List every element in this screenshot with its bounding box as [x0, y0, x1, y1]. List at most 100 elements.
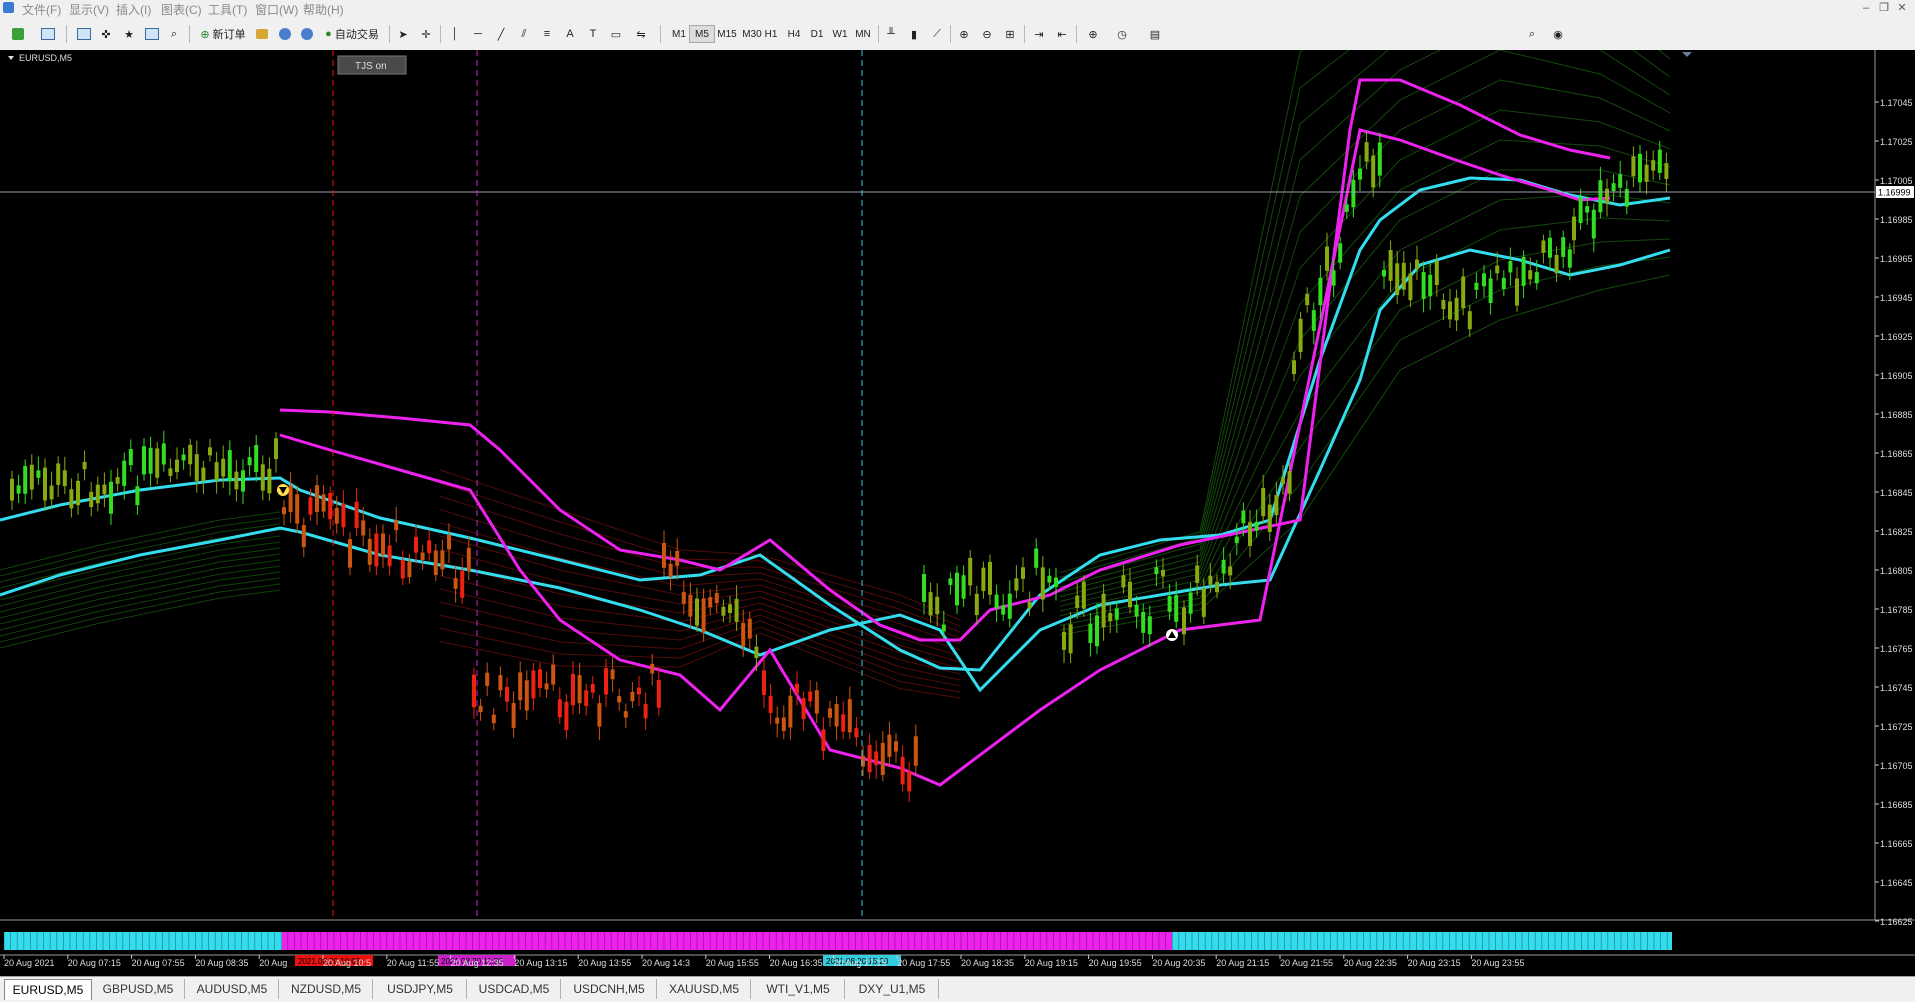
menu-tools[interactable]: 工具(T): [208, 1, 247, 18]
candle-body: [1001, 605, 1006, 615]
chart-window[interactable]: 1.17045 1.17025 1.17005 1.16985 1.16965 1.169…: [0, 0, 1915, 976]
vertical-line-icon[interactable]: │: [445, 25, 465, 43]
tab-usdjpy[interactable]: USDJPY,M5: [374, 979, 467, 999]
candle-body: [1007, 593, 1012, 619]
menu-insert[interactable]: 插入(I): [116, 1, 151, 18]
search-icon[interactable]: ⌕: [1522, 25, 1542, 43]
close-icon[interactable]: ✕: [1893, 1, 1911, 14]
horizontal-line-icon[interactable]: ─: [468, 25, 488, 43]
candle-body: [274, 438, 278, 460]
candle-body: [381, 533, 385, 556]
tab-nzdusd[interactable]: NZDUSD,M5: [280, 979, 373, 999]
candle-body: [1578, 197, 1583, 224]
candle-body: [1208, 575, 1213, 585]
candle-body: [1318, 277, 1323, 306]
chart-shift-icon[interactable]: ⇤: [1052, 25, 1072, 43]
strategy-tester-icon[interactable]: ⌕: [164, 25, 184, 43]
cursor-icon[interactable]: ➤: [393, 25, 413, 43]
ribbon-red-line: [439, 601, 961, 681]
chat-icon[interactable]: ◉: [1548, 25, 1568, 43]
time-tick-label: 20 Aug: [259, 958, 287, 968]
trendline-icon[interactable]: ╱: [491, 25, 511, 43]
crosshair-icon[interactable]: ✛: [416, 25, 436, 43]
text-icon[interactable]: A: [560, 25, 580, 43]
favorites-icon[interactable]: ★: [119, 25, 139, 43]
restore-icon[interactable]: ❐: [1875, 1, 1893, 14]
price-chart[interactable]: 1.17045 1.17025 1.17005 1.16985 1.16965 1.169…: [0, 0, 1915, 976]
tab-wti[interactable]: WTI_V1,M5: [752, 979, 845, 999]
tab-eurusd[interactable]: EURUSD,M5: [4, 979, 92, 1000]
zoom-in-icon[interactable]: ⊕: [954, 25, 974, 43]
minimize-icon[interactable]: –: [1857, 2, 1875, 14]
periods-icon[interactable]: ◷: [1112, 25, 1132, 43]
tab-audusd[interactable]: AUDUSD,M5: [186, 979, 279, 999]
shapes-dropdown-icon[interactable]: ⇋: [631, 25, 651, 43]
profiles-icon[interactable]: [38, 25, 58, 43]
new-order-button[interactable]: ⊕ 新订单: [196, 25, 250, 43]
candle-body: [89, 491, 94, 507]
candle-body: [968, 557, 973, 586]
candle-body: [214, 462, 219, 481]
candle-body: [1605, 188, 1609, 204]
fibonacci-icon[interactable]: ≡: [537, 25, 557, 43]
candle-body: [1141, 611, 1146, 633]
candle-body: [747, 618, 752, 639]
menu-view[interactable]: 显示(V): [69, 1, 109, 18]
candle-body: [1228, 566, 1233, 576]
autotrading-button[interactable]: ● 自动交易: [319, 25, 385, 43]
time-tick-label: 20 Aug 14:3: [642, 958, 690, 968]
candle-body: [1434, 260, 1439, 286]
candle-body: [168, 468, 173, 476]
menu-help[interactable]: 帮助(H): [303, 1, 344, 18]
candle-chart-icon[interactable]: ▮: [904, 25, 924, 43]
autoscroll-icon[interactable]: ⇥: [1029, 25, 1049, 43]
market-icon[interactable]: [297, 25, 317, 43]
candle-body: [630, 691, 635, 702]
candle-body: [637, 687, 641, 695]
candle-body: [1027, 601, 1032, 609]
time-tick-label: 20 Aug 19:55: [1089, 958, 1142, 968]
menu-window[interactable]: 窗口(W): [255, 1, 298, 18]
tab-usdcad[interactable]: USDCAD,M5: [468, 979, 561, 999]
bar-chart-icon[interactable]: ╨: [881, 25, 901, 43]
candle-body: [518, 672, 523, 701]
ribbon-green-line: [1059, 109, 1671, 602]
candle-body: [531, 670, 536, 699]
candle-body: [1644, 164, 1649, 182]
tab-gbpusd[interactable]: GBPUSD,M5: [92, 979, 185, 999]
indicators-icon[interactable]: ⊕: [1083, 25, 1103, 43]
tab-usdcnh[interactable]: USDCNH,M5: [562, 979, 657, 999]
metaeditor-icon[interactable]: [252, 25, 272, 43]
templates-icon[interactable]: ▤: [1145, 25, 1165, 43]
candle-body: [768, 695, 773, 713]
terminal-icon[interactable]: [142, 25, 162, 43]
navigator-icon[interactable]: ✜: [96, 25, 116, 43]
candle-body: [1358, 168, 1362, 180]
channel-icon[interactable]: ⫽: [514, 25, 534, 43]
menu-file[interactable]: 文件(F): [22, 1, 61, 18]
new-chart-icon[interactable]: [8, 25, 28, 43]
tab-dxy[interactable]: DXY_U1,M5: [846, 979, 939, 999]
candle-body: [1585, 206, 1590, 213]
text-label-icon[interactable]: T: [583, 25, 603, 43]
candle-body: [834, 704, 839, 727]
candle-body: [1174, 595, 1179, 622]
tile-windows-icon[interactable]: ⊞: [1000, 25, 1020, 43]
tab-xauusd[interactable]: XAUUSD,M5: [658, 979, 751, 999]
candle-body: [1501, 277, 1506, 290]
candle-body: [1461, 276, 1466, 309]
signals-icon[interactable]: [275, 25, 295, 43]
line-chart-icon[interactable]: ⟋: [927, 25, 947, 43]
candle-body: [1408, 273, 1413, 301]
market-watch-icon[interactable]: [74, 25, 94, 43]
candle-body: [701, 598, 706, 633]
candle-body: [328, 492, 333, 520]
candle-body: [1221, 559, 1226, 574]
arrow-shapes-icon[interactable]: ▭: [606, 25, 626, 43]
candle-body: [1495, 265, 1500, 274]
candle-body: [155, 448, 160, 478]
candle-body: [247, 457, 252, 466]
zoom-out-icon[interactable]: ⊖: [977, 25, 997, 43]
menu-chart[interactable]: 图表(C): [161, 1, 202, 18]
tf-MN[interactable]: MN: [850, 25, 876, 43]
